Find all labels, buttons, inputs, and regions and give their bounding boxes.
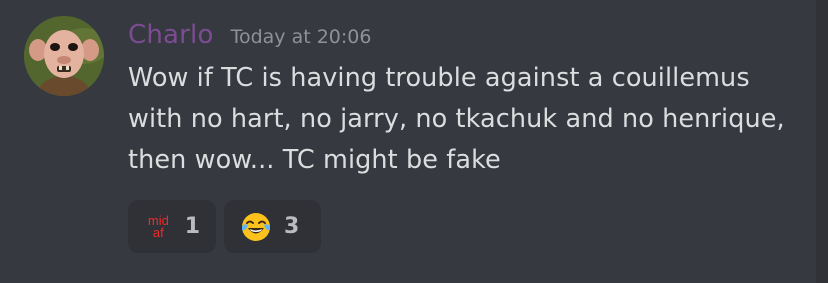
message-content: Wow if TC is having trouble against a co…	[128, 58, 785, 181]
reaction-count: 1	[184, 214, 200, 239]
timestamp: Today at 20:06	[230, 26, 372, 48]
reaction-mid-af[interactable]: mid af 1	[128, 200, 216, 253]
message-header: Charlo Today at 20:06	[128, 20, 371, 56]
message-line: then wow... TC might be fake	[128, 145, 501, 175]
joy-emoji-icon	[240, 211, 272, 243]
username[interactable]: Charlo	[128, 20, 214, 50]
avatar-image	[24, 16, 104, 96]
reactions-bar: mid af 1 3	[128, 200, 321, 253]
avatar[interactable]	[24, 16, 104, 96]
message-line: Wow if TC is having trouble against a co…	[128, 63, 750, 93]
reaction-count: 3	[284, 214, 300, 239]
mid-af-emoji: mid af	[147, 212, 169, 240]
scrollbar[interactable]	[816, 0, 828, 283]
reaction-joy[interactable]: 3	[224, 200, 321, 253]
message-line: with no hart, no jarry, no tkachuk and n…	[128, 104, 785, 134]
chat-message: Charlo Today at 20:06 Wow if TC is havin…	[0, 0, 816, 283]
